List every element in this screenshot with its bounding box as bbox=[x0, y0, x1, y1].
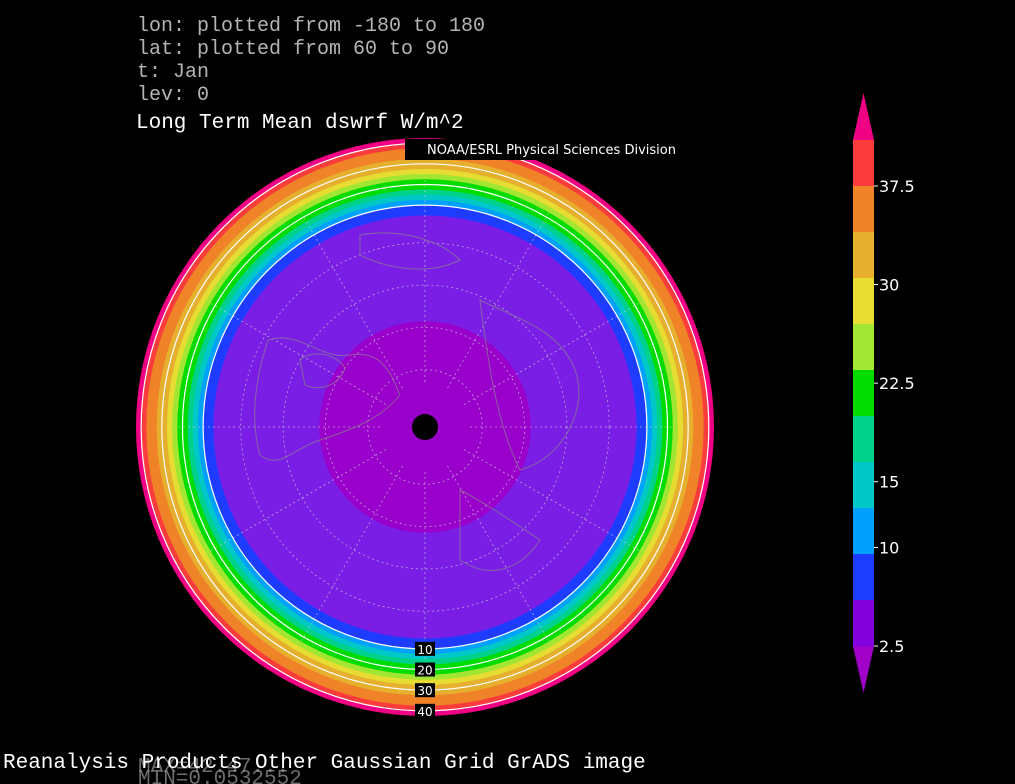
colorbar-label-2.5: 2.5 bbox=[879, 637, 904, 656]
colorbar-segment-0 bbox=[853, 140, 874, 187]
header-info: lon: plotted from -180 to 180 lat: plott… bbox=[137, 15, 485, 107]
footer-label: Reanalysis Products Other Gaussian Grid … bbox=[3, 752, 646, 775]
pole-mask bbox=[412, 414, 438, 440]
colorbar-segment-5 bbox=[853, 370, 874, 417]
colorbar-segment-3 bbox=[853, 278, 874, 325]
credit-text: NOAA/ESRL Physical Sciences Division bbox=[427, 143, 676, 158]
colorbar-label-15: 15 bbox=[879, 473, 899, 492]
map-figure: lon: plotted from -180 to 180 lat: plott… bbox=[3, 15, 915, 784]
contour-label-40: 40 bbox=[417, 705, 432, 719]
colorbar-label-10: 10 bbox=[879, 538, 899, 557]
time-line: t: Jan bbox=[137, 61, 209, 84]
lat-line: lat: plotted from 60 to 90 bbox=[137, 38, 449, 61]
colorbar-segment-10 bbox=[853, 600, 874, 647]
colorbar-segment-8 bbox=[853, 508, 874, 555]
colorbar-label-22.5: 22.5 bbox=[879, 374, 915, 393]
colorbar: 2.5 10 15 22.5 30 37.5 bbox=[853, 93, 915, 693]
polar-map: 10 20 30 40 bbox=[136, 138, 714, 719]
colorbar-label-37.5: 37.5 bbox=[879, 177, 915, 196]
contour-label-30: 30 bbox=[417, 684, 432, 698]
level-line: lev: 0 bbox=[137, 84, 209, 107]
colorbar-bottom-triangle bbox=[853, 646, 874, 693]
colorbar-segment-4 bbox=[853, 324, 874, 371]
contour-label-10: 10 bbox=[417, 643, 432, 657]
colorbar-top-triangle bbox=[853, 93, 874, 140]
lon-line: lon: plotted from -180 to 180 bbox=[137, 15, 485, 38]
colorbar-segment-9 bbox=[853, 554, 874, 601]
colorbar-segment-1 bbox=[853, 186, 874, 233]
colorbar-segment-7 bbox=[853, 462, 874, 509]
map-title: Long Term Mean dswrf W/m^2 bbox=[136, 112, 464, 135]
contour-label-20: 20 bbox=[417, 664, 432, 678]
colorbar-segment-6 bbox=[853, 416, 874, 463]
colorbar-label-30: 30 bbox=[879, 276, 899, 295]
colorbar-segment-2 bbox=[853, 232, 874, 279]
